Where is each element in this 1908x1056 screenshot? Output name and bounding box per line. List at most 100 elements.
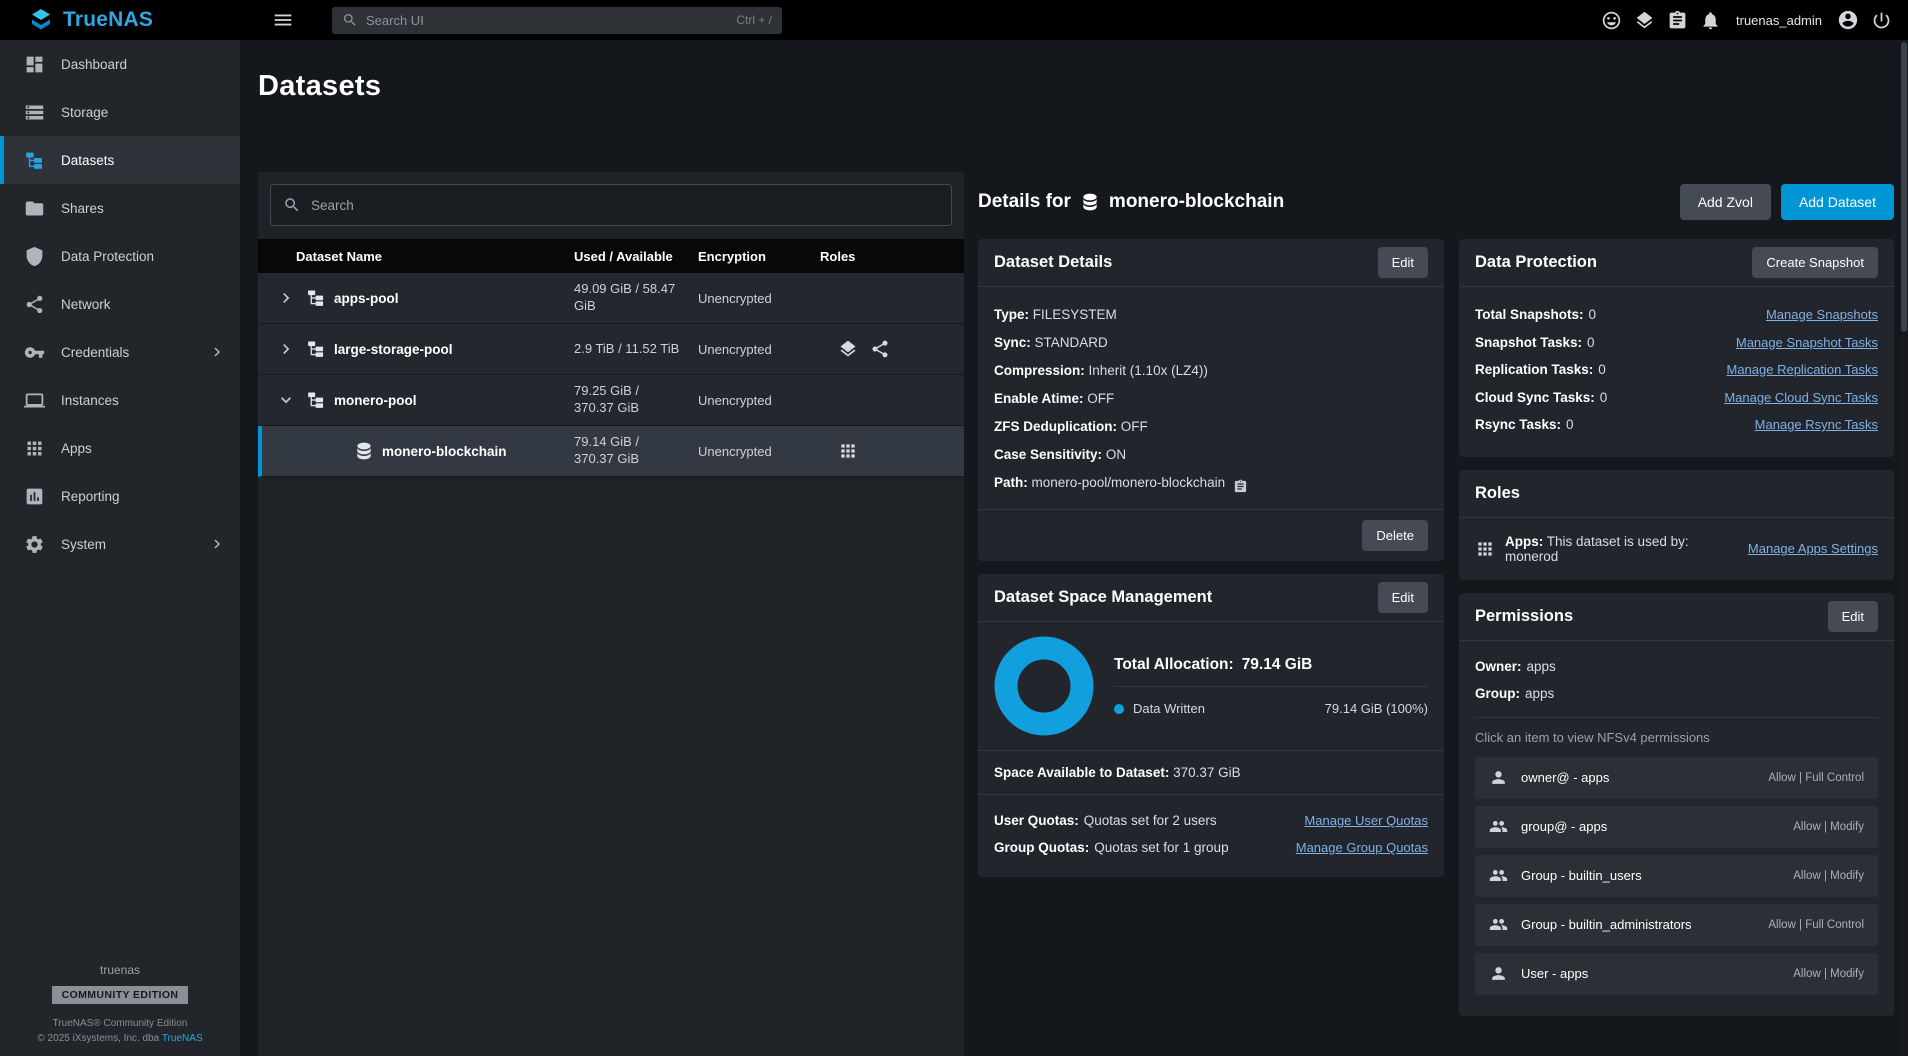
- field-sync: Sync: STANDARD: [994, 329, 1428, 357]
- sidebar-item-instances[interactable]: Instances: [0, 376, 240, 424]
- manage-user-quotas-link[interactable]: Manage User Quotas: [1304, 807, 1428, 834]
- username[interactable]: truenas_admin: [1736, 13, 1822, 28]
- add-zvol-button[interactable]: Add Zvol: [1680, 184, 1771, 220]
- column-encryption[interactable]: Encryption: [698, 249, 820, 264]
- sidebar-item-label: Data Protection: [61, 249, 154, 264]
- field-compression: Compression: Inherit (1.10x (LZ4)): [994, 357, 1428, 385]
- sidebar-item-data-protection[interactable]: Data Protection: [0, 232, 240, 280]
- permission-item-builtin-users[interactable]: Group - builtin_users Allow | Modify: [1475, 855, 1878, 897]
- copy-path-icon[interactable]: [1233, 478, 1248, 494]
- tree-search: [270, 184, 952, 226]
- checklist-icon[interactable]: [1667, 10, 1688, 31]
- account-icon[interactable]: [1837, 9, 1859, 31]
- manage-group-quotas-link[interactable]: Manage Group Quotas: [1296, 834, 1428, 861]
- monitor-icon: [24, 390, 45, 411]
- card-title: Dataset Space Management: [994, 588, 1212, 607]
- datasets-tree-icon: [24, 150, 45, 171]
- sidebar-item-apps[interactable]: Apps: [0, 424, 240, 472]
- column-roles[interactable]: Roles: [820, 249, 964, 264]
- manage-snapshots-link[interactable]: Manage Snapshots: [1766, 301, 1878, 329]
- create-snapshot-button[interactable]: Create Snapshot: [1752, 247, 1878, 278]
- copyright-brand-link[interactable]: TrueNAS: [162, 1033, 203, 1044]
- delete-dataset-button[interactable]: Delete: [1362, 520, 1428, 551]
- add-dataset-button[interactable]: Add Dataset: [1781, 184, 1894, 220]
- apps-grid-icon: [1475, 539, 1495, 559]
- column-dataset-name[interactable]: Dataset Name: [274, 249, 574, 264]
- field-atime: Enable Atime: OFF: [994, 385, 1428, 413]
- collapse-chevron-down-icon[interactable]: [274, 388, 298, 412]
- sidebar-item-reporting[interactable]: Reporting: [0, 472, 240, 520]
- group-icon: [1489, 866, 1508, 885]
- dataset-db-icon: [354, 441, 374, 461]
- space-available: Space Available to Dataset: 370.37 GiB: [978, 750, 1444, 794]
- group-icon: [1489, 915, 1508, 934]
- main-content: Datasets Dataset Name Used / Available E…: [240, 40, 1908, 1056]
- table-row-monero-pool[interactable]: monero-pool 79.25 GiB /370.37 GiB Unencr…: [258, 375, 964, 426]
- feedback-smiley-icon[interactable]: [1601, 10, 1622, 31]
- sidebar-item-system[interactable]: System: [0, 520, 240, 568]
- search-shortcut-hint: Ctrl + /: [736, 13, 772, 27]
- global-search: Ctrl + /: [332, 7, 782, 34]
- notifications-bell-icon[interactable]: [1700, 10, 1721, 31]
- global-search-input[interactable]: [366, 13, 728, 28]
- sidebar-item-shares[interactable]: Shares: [0, 184, 240, 232]
- sidebar-item-label: System: [61, 537, 106, 552]
- permission-item-owner[interactable]: owner@ - apps Allow | Full Control: [1475, 757, 1878, 799]
- edit-dataset-details-button[interactable]: Edit: [1378, 247, 1428, 278]
- tree-search-input[interactable]: [311, 198, 939, 213]
- group-quotas: Group Quotas:Quotas set for 1 group Mana…: [994, 834, 1428, 861]
- roles-cell: [820, 441, 964, 461]
- edit-space-button[interactable]: Edit: [1378, 582, 1428, 613]
- dataset-name: monero-pool: [334, 393, 417, 408]
- sidebar-item-label: Dashboard: [61, 57, 127, 72]
- jobs-layers-icon[interactable]: [1634, 10, 1655, 31]
- dataset-db-icon: [1080, 192, 1100, 212]
- chevron-right-icon: [208, 535, 226, 553]
- manage-replication-tasks-link[interactable]: Manage Replication Tasks: [1726, 356, 1878, 384]
- manage-cloud-sync-tasks-link[interactable]: Manage Cloud Sync Tasks: [1724, 384, 1878, 412]
- manage-rsync-tasks-link[interactable]: Manage Rsync Tasks: [1755, 411, 1878, 439]
- permission-item-group[interactable]: group@ - apps Allow | Modify: [1475, 806, 1878, 848]
- page-scrollbar-thumb[interactable]: [1901, 42, 1907, 332]
- data-protection-card: Data Protection Create Snapshot Total Sn…: [1459, 239, 1894, 457]
- search-icon: [342, 12, 358, 28]
- sidebar-item-credentials[interactable]: Credentials: [0, 328, 240, 376]
- manage-snapshot-tasks-link[interactable]: Manage Snapshot Tasks: [1736, 329, 1878, 357]
- used-available-value: 2.9 TiB / 11.52 TiB: [574, 341, 698, 358]
- manage-apps-settings-link[interactable]: Manage Apps Settings: [1748, 541, 1878, 556]
- sidebar-item-datasets[interactable]: Datasets: [0, 136, 240, 184]
- share-role-icon: [870, 339, 890, 359]
- sidebar-item-dashboard[interactable]: Dashboard: [0, 40, 240, 88]
- space-management-card: Dataset Space Management Edit Total Allo…: [978, 574, 1444, 877]
- sidebar-item-storage[interactable]: Storage: [0, 88, 240, 136]
- table-row-apps-pool[interactable]: apps-pool 49.09 GiB / 58.47 GiB Unencryp…: [258, 273, 964, 324]
- sidebar-item-network[interactable]: Network: [0, 280, 240, 328]
- folder-icon: [24, 198, 45, 219]
- table-row-large-storage-pool[interactable]: large-storage-pool 2.9 TiB / 11.52 TiB U…: [258, 324, 964, 375]
- edit-permissions-button[interactable]: Edit: [1828, 601, 1878, 632]
- user-icon: [1489, 768, 1508, 787]
- table-row-monero-blockchain[interactable]: monero-blockchain 79.14 GiB /370.37 GiB …: [258, 426, 964, 477]
- power-icon[interactable]: [1871, 10, 1892, 31]
- column-used-available[interactable]: Used / Available: [574, 249, 698, 264]
- used-available-value: 79.14 GiB /370.37 GiB: [574, 434, 698, 467]
- expand-chevron-right-icon[interactable]: [274, 286, 298, 310]
- hostname: truenas: [0, 963, 240, 977]
- dataset-name: monero-blockchain: [382, 444, 507, 459]
- menu-icon[interactable]: [272, 9, 294, 31]
- details-section: Details for monero-blockchain Add Zvol A…: [978, 172, 1894, 1056]
- pool-tree-icon: [306, 390, 326, 410]
- sidebar-item-label: Apps: [61, 441, 92, 456]
- field-type: Type: FILESYSTEM: [994, 301, 1428, 329]
- used-available-value: 49.09 GiB / 58.47 GiB: [574, 281, 698, 314]
- group-icon: [1489, 817, 1508, 836]
- shield-icon: [24, 246, 45, 267]
- expand-chevron-right-icon[interactable]: [274, 337, 298, 361]
- permission-item-user-apps[interactable]: User - apps Allow | Modify: [1475, 953, 1878, 995]
- storage-icon: [24, 102, 45, 123]
- chevron-right-icon: [208, 343, 226, 361]
- field-dedup: ZFS Deduplication: OFF: [994, 413, 1428, 441]
- dashboard-icon: [24, 54, 45, 75]
- field-path: Path: monero-pool/monero-blockchain: [994, 469, 1428, 497]
- permission-item-builtin-administrators[interactable]: Group - builtin_administrators Allow | F…: [1475, 904, 1878, 946]
